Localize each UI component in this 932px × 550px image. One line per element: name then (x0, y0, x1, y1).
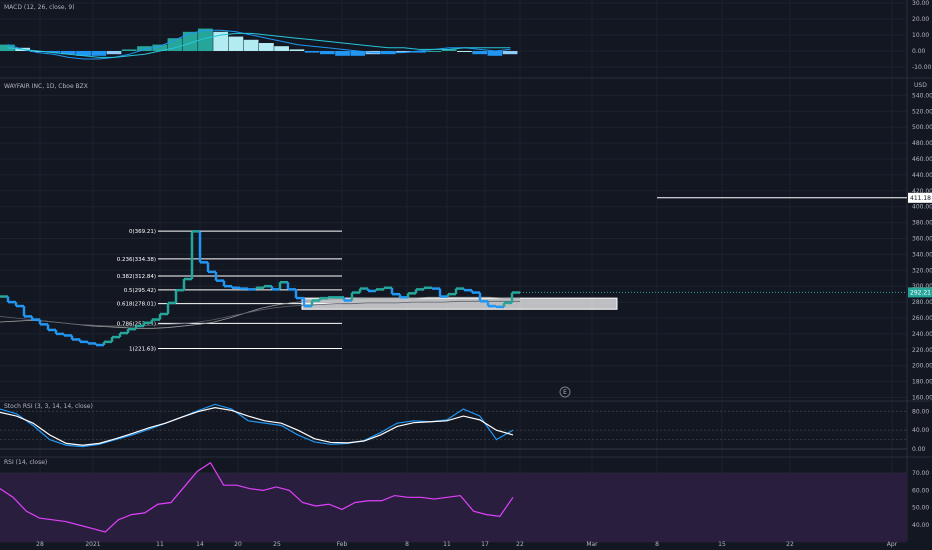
fib-level-label: 1(221.63) (129, 347, 156, 353)
macd-histogram-bar (472, 51, 488, 55)
fib-level-label: 0.618(278.01) (117, 302, 156, 308)
macd-histogram-bar (426, 51, 442, 52)
price-tick-label: 400.00 (912, 204, 932, 211)
macd-tick-label: 10.00 (912, 32, 929, 39)
macd-histogram-bar (121, 49, 137, 51)
macd-histogram-bar (502, 51, 518, 55)
macd-histogram-bar (487, 51, 503, 56)
fib-level-label: 0.236(334.38) (117, 257, 156, 263)
earnings-event-label: E (563, 389, 567, 396)
x-tick-label: 8 (655, 541, 659, 548)
macd-title: MACD (12, 26, close, 9) (4, 4, 75, 11)
x-tick-label: 20 (234, 541, 242, 548)
price-tick-label: 160.00 (912, 395, 932, 402)
x-tick-label: 22 (516, 541, 524, 548)
price-tick-label: 440.00 (912, 172, 932, 179)
x-tick-label: 17 (481, 541, 489, 548)
price-tick-label: 220.00 (912, 347, 932, 354)
price-tick-label: 320.00 (912, 267, 932, 274)
x-tick-label: 28 (36, 541, 44, 548)
stoch-tick-label: 80.00 (912, 408, 929, 415)
macd-tick-label: 0.00 (912, 48, 926, 55)
macd-histogram-bar (228, 36, 244, 51)
main-title: WAYFAIR INC, 1D, Cboe BZX (4, 83, 88, 90)
x-tick-label: Feb (337, 541, 348, 548)
x-tick-label: 22 (786, 541, 794, 548)
rsi-tick-label: 40.00 (912, 522, 929, 529)
x-tick-label: Mar (586, 541, 598, 548)
price-tick-label: 340.00 (912, 251, 932, 258)
chart-root: 411.18 0(369.21) 0.236(334.38) 0.382(312.84… (0, 0, 932, 550)
currency-label: USD (914, 82, 927, 89)
horizontal-level-label: 411.18 (910, 195, 931, 202)
stoch-title: Stoch RSI (3, 3, 14, 14, close) (4, 403, 93, 410)
macd-histogram-bar (259, 43, 274, 51)
price-tick-label: 520.00 (912, 108, 932, 115)
rsi-tick-label: 70.00 (912, 470, 929, 477)
macd-histogram-bar (243, 39, 259, 51)
macd-histogram-bar (274, 46, 289, 51)
macd-histogram-bar (304, 51, 320, 53)
last-price-label: 292.21 (910, 289, 931, 296)
price-tick-label: 360.00 (912, 236, 932, 243)
chart-canvas[interactable]: 411.18 0(369.21) 0.236(334.38) 0.382(312.84… (0, 0, 932, 550)
x-tick-label: Apr (887, 541, 898, 548)
price-tick-label: 200.00 (912, 363, 932, 370)
macd-histogram-bar (0, 44, 15, 51)
rsi-tick-label: 50.00 (912, 505, 929, 512)
price-tick-label: 180.00 (912, 379, 932, 386)
macd-histogram-bar (106, 51, 122, 55)
rsi-tick-label: 60.00 (912, 487, 929, 494)
price-tick-label: 480.00 (912, 140, 932, 147)
macd-histogram-bar (319, 51, 335, 55)
fib-level-label: 0.5(295.42) (124, 288, 156, 294)
price-tick-label: 500.00 (912, 124, 932, 131)
x-tick-label: 25 (273, 541, 281, 548)
x-tick-label: 11 (443, 541, 451, 548)
fib-level-label: 0.382(312.84) (117, 274, 156, 280)
stoch-tick-label: 0.00 (912, 446, 926, 453)
macd-histogram-bar (91, 51, 107, 56)
rsi-title: RSI (14, close) (4, 459, 47, 466)
macd-tick-label: 20.00 (912, 16, 929, 23)
macd-histogram-bar (335, 51, 350, 56)
x-tick-label: 8 (405, 541, 409, 548)
fib-level-label: 0(369.21) (129, 229, 156, 235)
rsi-band (0, 473, 907, 543)
macd-tick-label: 30.00 (912, 0, 929, 7)
x-tick-label: 11 (156, 541, 164, 548)
macd-histogram-bar (289, 49, 305, 51)
price-tick-label: 380.00 (912, 220, 932, 227)
x-tick-label: 15 (718, 541, 726, 548)
macd-histogram-bar (457, 51, 472, 52)
stoch-tick-label: 40.00 (912, 427, 929, 434)
price-tick-label: 240.00 (912, 331, 932, 338)
macd-tick-label: -10.00 (912, 64, 932, 71)
price-tick-label: 420.00 (912, 188, 932, 195)
x-tick-label: 14 (196, 541, 204, 548)
price-tick-label: 260.00 (912, 315, 932, 322)
price-tick-label: 460.00 (912, 156, 932, 163)
price-tick-label: 280.00 (912, 299, 932, 306)
x-tick-label: 2021 (85, 541, 100, 548)
price-tick-label: 540.00 (912, 92, 932, 99)
rsi-band-fill (0, 473, 907, 543)
price-tick-label: 300.00 (912, 283, 932, 290)
